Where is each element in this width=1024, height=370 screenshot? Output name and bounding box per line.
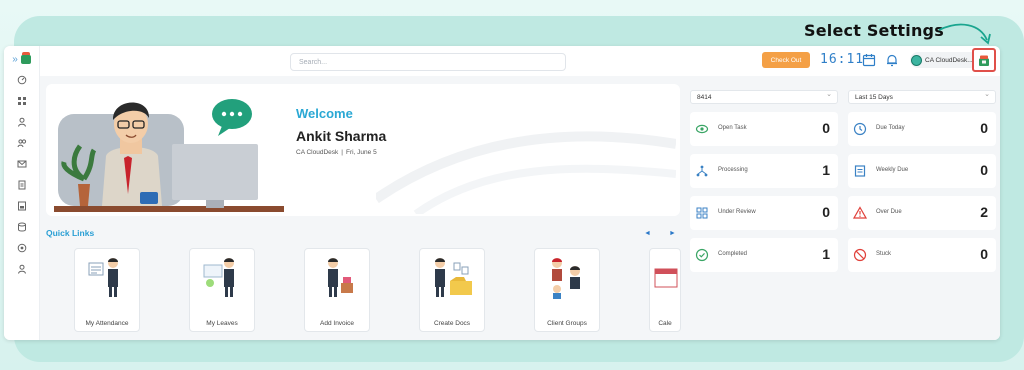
stat-label: Completed <box>718 251 748 257</box>
settings-button[interactable] <box>972 48 996 72</box>
stat-under-review[interactable]: Under Review 0 <box>690 196 838 230</box>
app-window: » Search... Check Out 16:11 CA CloudDesk… <box>4 46 1000 340</box>
stat-value: 0 <box>980 120 988 136</box>
report-icon[interactable] <box>16 200 28 211</box>
stat-stuck[interactable]: Stuck 0 <box>848 238 996 272</box>
review-icon <box>696 207 708 219</box>
stat-weekly-due[interactable]: Weekly Due 0 <box>848 154 996 188</box>
quick-link-label: My Attendance <box>85 320 129 327</box>
stat-over-due[interactable]: Over Due 2 <box>848 196 996 230</box>
welcome-text: Welcome Ankit Sharma CA CloudDesk | Fri,… <box>296 106 386 156</box>
stat-processing[interactable]: Processing 1 <box>690 154 838 188</box>
quick-link-add-invoice[interactable]: Add Invoice <box>304 248 370 332</box>
attendance-illustration <box>88 258 118 297</box>
stat-open-task[interactable]: Open Task 0 <box>690 112 838 146</box>
stat-value: 0 <box>822 204 830 220</box>
stat-label: Under Review <box>718 209 756 215</box>
sidebar: » <box>4 46 40 340</box>
quick-link-client-groups[interactable]: Client Groups <box>534 248 600 332</box>
stat-value: 2 <box>980 204 988 220</box>
database-icon[interactable] <box>16 221 28 232</box>
sidebar-menu <box>4 72 39 274</box>
processing-icon <box>696 165 708 177</box>
company-select[interactable]: 8414 <box>690 90 838 104</box>
stat-completed[interactable]: Completed 1 <box>690 238 838 272</box>
create-docs-illustration <box>435 258 472 297</box>
stat-label: Processing <box>718 167 748 173</box>
eye-icon <box>695 124 709 134</box>
organization-name: CA CloudDesk <box>296 149 339 156</box>
welcome-subtitle: CA CloudDesk | Fri, June 5 <box>296 149 386 156</box>
leaves-illustration <box>203 258 234 297</box>
stat-value: 1 <box>822 246 830 262</box>
welcome-card: Welcome Ankit Sharma CA CloudDesk | Fri,… <box>46 84 680 216</box>
quick-links-prev-button[interactable]: ◄ <box>644 230 651 237</box>
clock-icon <box>853 122 867 136</box>
quick-links-title: Quick Links <box>46 228 95 238</box>
quick-link-label: My Leaves <box>206 320 238 327</box>
stat-label: Over Due <box>876 209 902 215</box>
team-icon[interactable] <box>16 137 28 148</box>
quick-link-label: Cale <box>658 320 672 327</box>
welcome-illustration <box>54 99 284 212</box>
quick-links-next-button[interactable]: ► <box>669 230 676 237</box>
blocked-icon <box>853 248 867 262</box>
quick-link-calendar[interactable]: Cale <box>649 248 681 332</box>
avatar <box>911 54 922 66</box>
quick-link-create-docs[interactable]: Create Docs <box>419 248 485 332</box>
quick-link-my-leaves[interactable]: My Leaves <box>189 248 255 332</box>
user-menu[interactable]: CA CloudDesk... <box>910 52 978 68</box>
quick-link-label: Create Docs <box>433 320 471 327</box>
main-content: Search... Check Out 16:11 CA CloudDesk..… <box>40 46 1000 340</box>
quick-links-list: My Attendance My Leaves Add Invoice Crea… <box>74 248 681 332</box>
stat-value: 0 <box>980 246 988 262</box>
stat-value: 1 <box>822 162 830 178</box>
sidebar-header: » <box>4 46 39 72</box>
user-name: CA CloudDesk... <box>925 56 973 64</box>
stat-value: 0 <box>980 162 988 178</box>
clock-display: 16:11 <box>820 52 865 67</box>
separator: | <box>341 149 343 156</box>
calendar-week-icon <box>854 165 866 177</box>
quick-link-label: Client Groups <box>547 320 587 327</box>
client-groups-illustration <box>552 258 580 299</box>
stat-label: Open Task <box>718 125 747 131</box>
settings-icon <box>979 55 989 66</box>
user-full-name: Ankit Sharma <box>296 128 387 144</box>
task-summary-panel: 8414 Last 15 Days Open Task 0 Processing… <box>690 90 998 320</box>
check-out-button[interactable]: Check Out <box>762 52 810 68</box>
current-date: Fri, June 5 <box>345 149 377 156</box>
dashboard-icon[interactable] <box>16 74 28 85</box>
stat-label: Due Today <box>876 125 905 131</box>
expand-sidebar-icon[interactable]: » <box>12 54 18 65</box>
calendar-icon[interactable] <box>862 53 876 67</box>
quick-link-label: Add Invoice <box>320 320 354 327</box>
app-logo-icon[interactable] <box>20 51 31 64</box>
bell-icon[interactable] <box>885 53 899 67</box>
invoice-illustration <box>328 258 353 297</box>
calendar-illustration <box>654 268 678 288</box>
warning-icon <box>853 206 867 219</box>
annotation-label: Select Settings <box>804 21 944 40</box>
topbar: Search... Check Out 16:11 CA CloudDesk..… <box>40 46 1000 76</box>
welcome-title: Welcome <box>296 106 353 121</box>
quick-link-my-attendance[interactable]: My Attendance <box>74 248 140 332</box>
grid-icon[interactable] <box>16 95 28 106</box>
stat-label: Weekly Due <box>876 167 909 173</box>
mail-icon[interactable] <box>16 158 28 169</box>
settings-gear-icon[interactable] <box>16 242 28 253</box>
stat-due-today[interactable]: Due Today 0 <box>848 112 996 146</box>
document-icon[interactable] <box>16 179 28 190</box>
search-input[interactable]: Search... <box>290 53 566 71</box>
user-icon[interactable] <box>16 116 28 127</box>
check-circle-icon <box>695 248 709 262</box>
background-swoosh <box>376 131 676 214</box>
stat-value: 0 <box>822 120 830 136</box>
date-range-select[interactable]: Last 15 Days <box>848 90 996 104</box>
stat-label: Stuck <box>876 251 892 257</box>
profile-icon[interactable] <box>16 263 28 274</box>
